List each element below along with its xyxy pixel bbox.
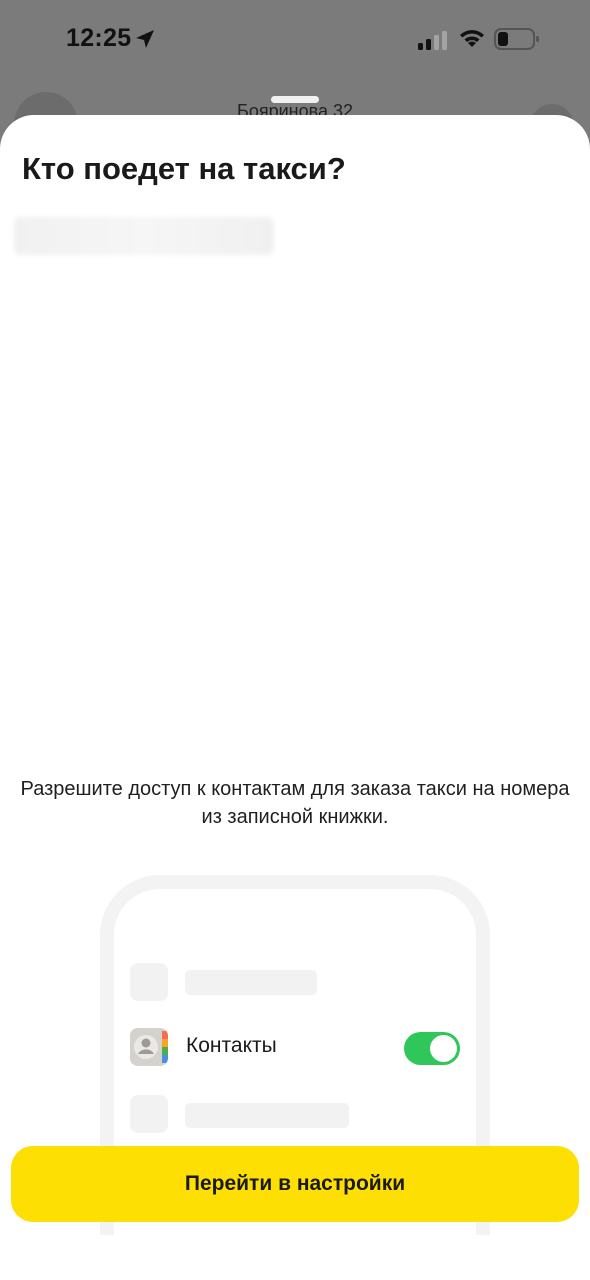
- placeholder-bar: [185, 970, 317, 995]
- placeholder-bar: [185, 1103, 349, 1128]
- contacts-label: Контакты: [186, 1034, 277, 1057]
- cellular-signal-icon: [418, 31, 447, 50]
- contacts-toggle: [404, 1032, 460, 1065]
- permission-text: Разрешите доступ к контактам для заказа …: [20, 778, 570, 828]
- placeholder-icon: [130, 963, 168, 1001]
- placeholder-icon: [130, 1095, 168, 1133]
- who-rides-sheet: Кто поедет на такси? Разрешите доступ к …: [0, 115, 590, 1280]
- location-arrow-icon: [136, 30, 154, 48]
- screen: 12:25 Бояринова 32 Кто поедет на такси? …: [0, 0, 590, 1280]
- sheet-grabber[interactable]: [271, 96, 319, 103]
- status-bar: 12:25: [0, 0, 590, 80]
- wifi-icon: [460, 30, 484, 47]
- sheet-title: Кто поедет на такси?: [22, 151, 346, 186]
- blurred-field: [14, 217, 274, 255]
- contacts-app-icon: [130, 1028, 168, 1066]
- go-to-settings-button[interactable]: Перейти в настройки: [11, 1146, 579, 1222]
- battery-icon: [494, 28, 539, 50]
- toggle-knob: [430, 1035, 457, 1062]
- status-time: 12:25: [66, 24, 132, 52]
